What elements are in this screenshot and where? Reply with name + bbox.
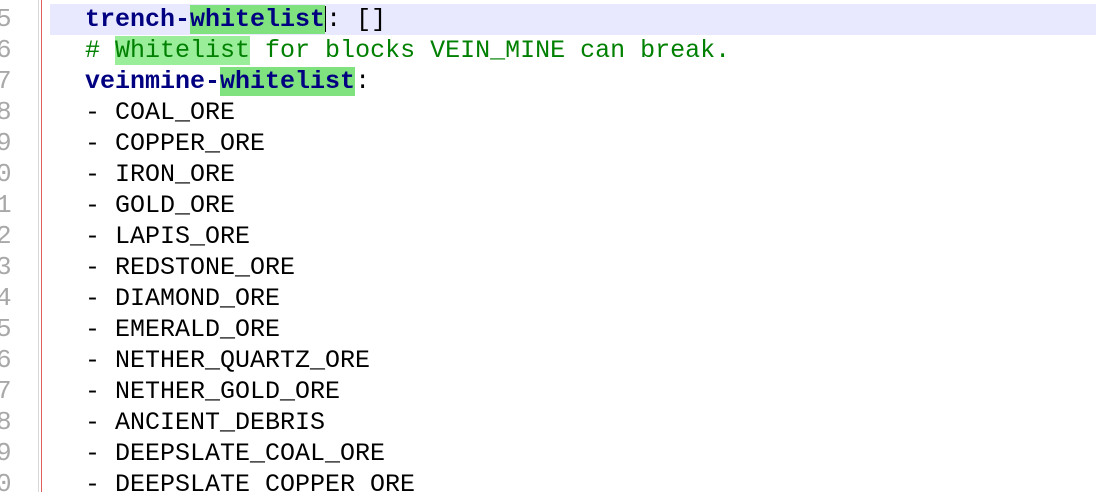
comment-text: for blocks VEIN_MINE can break. xyxy=(250,36,731,65)
list-item[interactable]: - EMERALD_ORE xyxy=(50,314,1096,345)
list-item[interactable]: - COAL_ORE xyxy=(50,97,1096,128)
search-match-highlight: Whitelist xyxy=(115,36,251,65)
edge-margin-line xyxy=(41,0,42,492)
line-number: 7 xyxy=(0,66,12,96)
line-number: 8 xyxy=(0,407,12,437)
line-number: 6 xyxy=(0,345,12,375)
line-number: 4 xyxy=(0,283,12,313)
comment-hash: # xyxy=(85,36,116,65)
list-item[interactable]: - ANCIENT_DEBRIS xyxy=(50,407,1096,438)
yaml-key: veinmine-whitelist xyxy=(85,67,356,96)
yaml-value: : [] xyxy=(326,5,387,34)
line-number: 0 xyxy=(0,159,12,189)
line-number: 3 xyxy=(0,252,12,282)
list-item[interactable]: - LAPIS_ORE xyxy=(50,221,1096,252)
list-item[interactable]: - COPPER_ORE xyxy=(50,128,1096,159)
line-number: 1 xyxy=(0,190,12,220)
code-line-comment[interactable]: # Whitelist for blocks VEIN_MINE can bre… xyxy=(50,35,1096,66)
yaml-key-prefix: veinmine- xyxy=(85,67,221,96)
line-number: 5 xyxy=(0,4,12,34)
yaml-colon: : xyxy=(355,67,371,96)
line-number-gutter: 5 6 7 8 9 0 1 2 3 4 5 6 7 8 9 0 xyxy=(0,0,38,492)
line-number: 9 xyxy=(0,438,12,468)
line-number: 5 xyxy=(0,314,12,344)
list-item[interactable]: - IRON_ORE xyxy=(50,159,1096,190)
yaml-key: trench-whitelist xyxy=(85,5,326,34)
code-line-veinmine-whitelist[interactable]: veinmine-whitelist: xyxy=(50,66,1096,97)
list-item[interactable]: - DEEPSLATE_COAL_ORE xyxy=(50,438,1096,469)
line-number: 7 xyxy=(0,376,12,406)
list-item[interactable]: - DIAMOND_ORE xyxy=(50,283,1096,314)
line-number: 6 xyxy=(0,35,12,65)
list-item[interactable]: - NETHER_GOLD_ORE xyxy=(50,376,1096,407)
line-number: 8 xyxy=(0,97,12,127)
line-number: 9 xyxy=(0,128,12,158)
code-line-trench-whitelist[interactable]: trench-whitelist: [] xyxy=(50,4,1096,35)
list-item[interactable]: - DEEPSLATE_COPPER_ORE xyxy=(50,469,1096,492)
line-number: 0 xyxy=(0,469,12,492)
line-number: 2 xyxy=(0,221,12,251)
list-item[interactable]: - GOLD_ORE xyxy=(50,190,1096,221)
yaml-key-prefix: trench- xyxy=(85,5,191,34)
fold-margin-divider xyxy=(38,0,39,492)
search-match-highlight: whitelist xyxy=(220,67,356,96)
search-match-highlight: whitelist xyxy=(190,5,326,34)
yaml-comment: # Whitelist for blocks VEIN_MINE can bre… xyxy=(85,36,730,65)
list-item[interactable]: - NETHER_QUARTZ_ORE xyxy=(50,345,1096,376)
list-item[interactable]: - REDSTONE_ORE xyxy=(50,252,1096,283)
code-editor[interactable]: 5 6 7 8 9 0 1 2 3 4 5 6 7 8 9 0 trench-w… xyxy=(0,0,1096,492)
